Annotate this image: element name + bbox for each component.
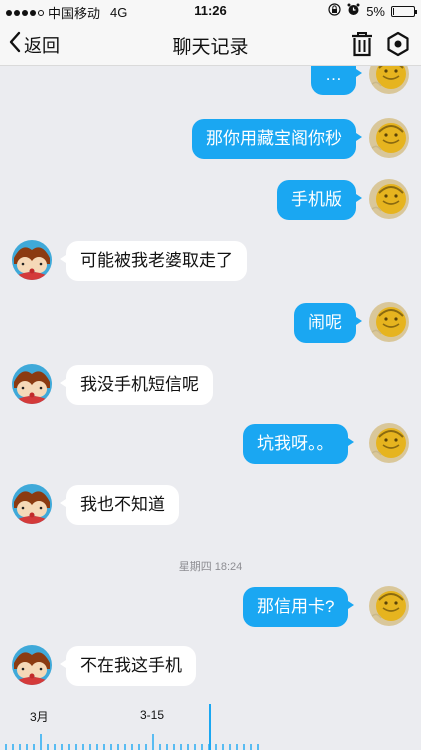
received-message-bubble[interactable]: 我也不知道 (60, 485, 179, 525)
timeline-label-month: 3月 (30, 710, 49, 724)
contact-avatar[interactable] (12, 645, 52, 685)
message-row: 不在我这手机 (0, 645, 421, 691)
message-row: 我没手机短信呢 (0, 364, 421, 410)
status-right: 5% (328, 3, 417, 19)
message-row: 那信用卡? (0, 586, 421, 632)
navigation-bar: 返回 聊天记录 (0, 22, 421, 66)
my-avatar[interactable] (369, 179, 409, 219)
my-avatar[interactable] (369, 423, 409, 463)
sent-message-bubble[interactable]: 手机版 (277, 180, 362, 220)
battery-icon (391, 5, 417, 17)
timeline-ticks (5, 704, 259, 750)
message-row: 那你用藏宝阁你秒 (0, 118, 421, 164)
alarm-icon (347, 3, 360, 19)
sent-message-bubble[interactable]: 闹呢 (294, 303, 362, 343)
rotation-lock-icon (328, 3, 341, 19)
message-row: 坑我呀。。 (0, 423, 421, 469)
chat-history[interactable]: … 那你用藏宝阁你秒手机版 可能被我老婆取走了闹呢我没手机短信呢 坑我呀。。我也不知道… (0, 66, 421, 696)
received-message-bubble[interactable]: 我没手机短信呢 (60, 365, 213, 405)
settings-hexagon-icon (386, 31, 410, 61)
my-avatar[interactable] (369, 66, 409, 94)
timeline-scrubber[interactable]: 3月 3-15 (0, 696, 421, 750)
battery-percent: 5% (366, 3, 385, 19)
sent-message-bubble[interactable]: … (311, 66, 362, 95)
status-bar: 中国移动 4G 11:26 5% (0, 0, 421, 22)
contact-avatar[interactable] (12, 240, 52, 280)
message-row: 可能被我老婆取走了 (0, 240, 421, 286)
contact-avatar[interactable] (12, 484, 52, 524)
message-row: 闹呢 (0, 302, 421, 348)
trash-icon (350, 32, 374, 61)
message-row: … (0, 66, 421, 100)
settings-button[interactable] (386, 31, 410, 57)
delete-button[interactable] (350, 31, 374, 57)
message-timestamp: 星期四 18:24 (178, 561, 243, 573)
received-message-bubble[interactable]: 可能被我老婆取走了 (60, 241, 247, 281)
battery-fill (393, 7, 394, 15)
my-avatar[interactable] (369, 586, 409, 626)
sent-message-bubble[interactable]: 那信用卡? (243, 587, 355, 627)
contact-avatar[interactable] (12, 364, 52, 404)
my-avatar[interactable] (369, 118, 409, 158)
message-row: 我也不知道 (0, 484, 421, 530)
received-message-bubble[interactable]: 不在我这手机 (60, 646, 196, 686)
timeline-label-date: 3-15 (140, 708, 165, 722)
sent-message-bubble[interactable]: 那你用藏宝阁你秒 (192, 119, 362, 159)
sent-message-bubble[interactable]: 坑我呀。。 (243, 424, 353, 464)
message-row: 手机版 (0, 179, 421, 225)
my-avatar[interactable] (369, 302, 409, 342)
